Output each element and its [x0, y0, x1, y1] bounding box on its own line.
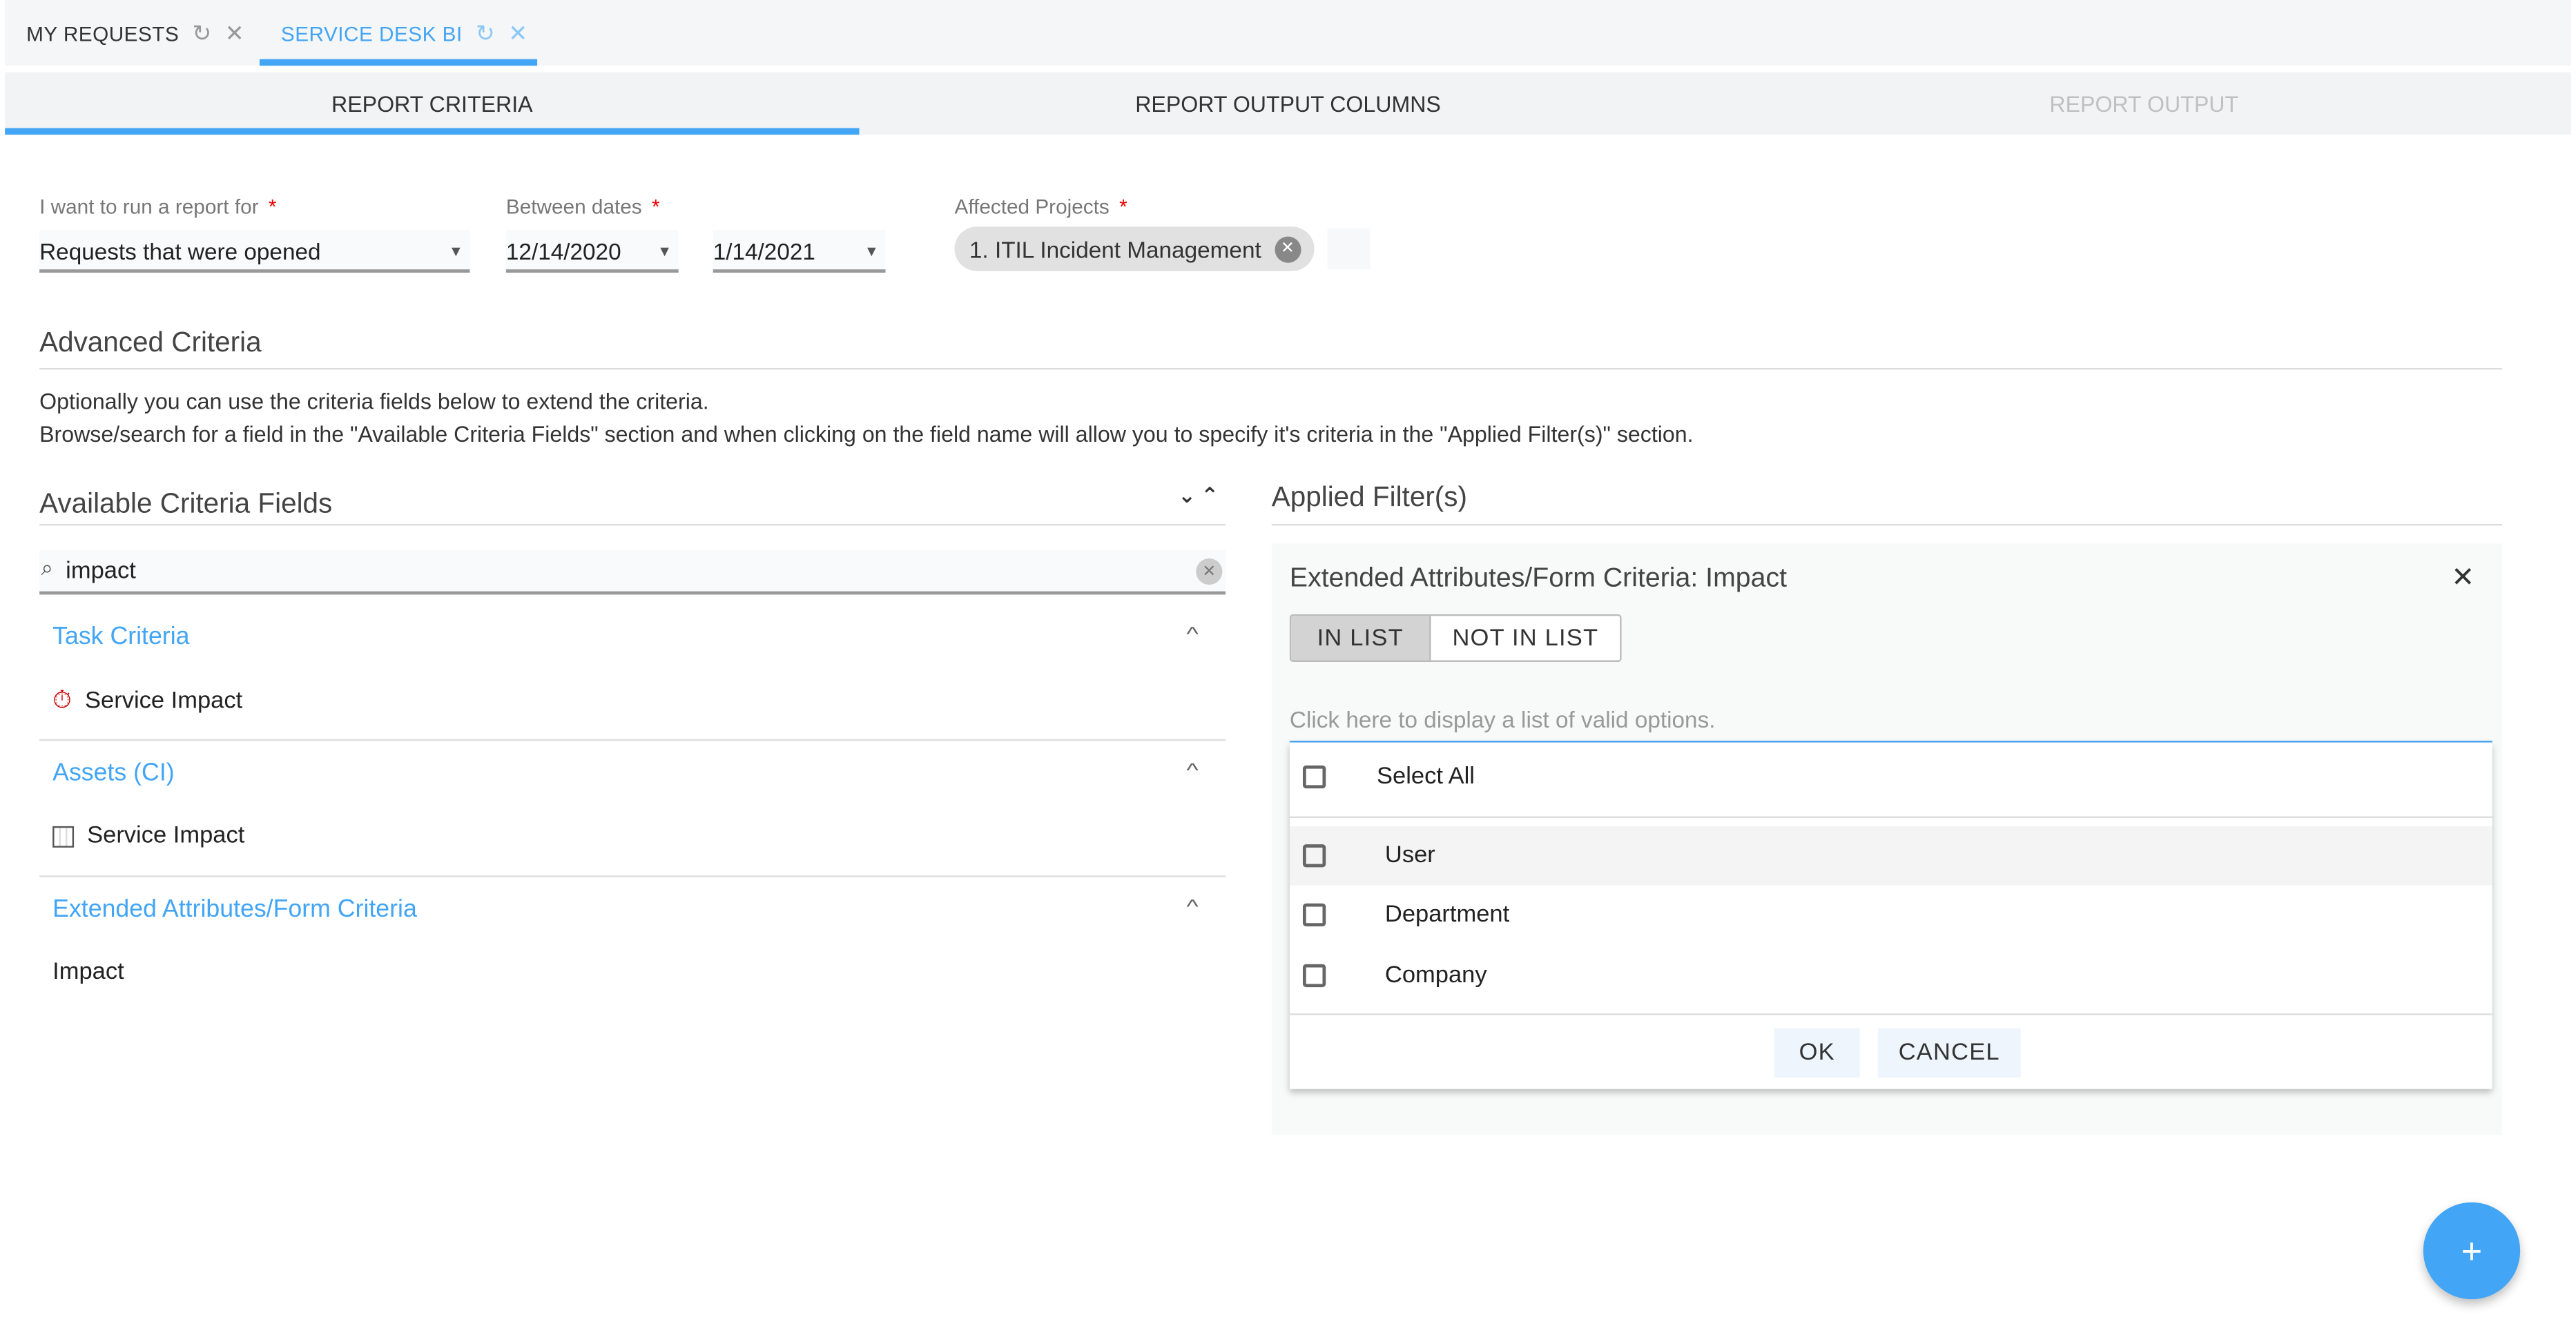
- tab-service-desk-bi[interactable]: SERVICE DESK BI ↻ ✕: [281, 20, 528, 48]
- field-item[interactable]: ⏱ Service Impact: [52, 687, 242, 714]
- top-tab-bar: MY REQUESTS ↻ ✕ SERVICE DESK BI ↻ ✕: [5, 0, 2571, 66]
- date-from-picker[interactable]: 12/14/2020 ▼: [505, 230, 679, 273]
- checkbox[interactable]: [1302, 765, 1326, 789]
- collapse-all-icon[interactable]: ⌃: [1201, 483, 1219, 508]
- divider: [1289, 1013, 2492, 1015]
- chevron-up-icon[interactable]: ^: [1186, 895, 1198, 918]
- valid-options-input[interactable]: Click here to display a list of valid op…: [1289, 706, 2492, 744]
- in-list-button[interactable]: IN LIST: [1291, 616, 1431, 661]
- divider: [1289, 816, 2492, 818]
- chevron-up-icon[interactable]: ^: [1186, 759, 1198, 781]
- criteria-search-input[interactable]: ⌕ impact ✕: [39, 550, 1226, 595]
- close-icon[interactable]: ✕: [508, 20, 527, 48]
- close-filter-icon[interactable]: ✕: [2451, 562, 2475, 595]
- group-extended-attributes[interactable]: Extended Attributes/Form Criteria: [52, 895, 417, 923]
- stopwatch-icon: ⏱: [52, 686, 72, 715]
- active-subtab-indicator: [5, 128, 860, 135]
- divider: [39, 368, 2502, 370]
- field-item[interactable]: Service Impact: [52, 823, 244, 849]
- option-company[interactable]: Company: [1290, 946, 2492, 1006]
- tab-my-requests[interactable]: MY REQUESTS ↻ ✕: [26, 20, 244, 48]
- chevron-up-icon[interactable]: ^: [1186, 623, 1198, 645]
- expand-all-icon[interactable]: ⌄: [1178, 483, 1196, 508]
- select-all-option[interactable]: Select All: [1290, 748, 2492, 807]
- search-icon: ⌕: [41, 555, 53, 580]
- advanced-criteria-title: Advanced Criteria: [39, 327, 262, 358]
- filter-title: Extended Attributes/Form Criteria: Impac…: [1289, 563, 1788, 593]
- checkbox[interactable]: [1302, 844, 1326, 868]
- tab-label: SERVICE DESK BI: [280, 22, 463, 46]
- active-tab-indicator: [259, 59, 538, 66]
- dropdown-caret-icon: ▼: [864, 243, 880, 260]
- dropdown-caret-icon: ▼: [657, 243, 672, 260]
- advanced-description-2: Browse/search for a field in the "Availa…: [39, 422, 1694, 447]
- expand-collapse-all[interactable]: ⌄ ⌃: [1178, 483, 1219, 509]
- option-user[interactable]: User: [1289, 826, 2492, 886]
- divider: [39, 739, 1226, 741]
- available-fields-title: Available Criteria Fields: [39, 487, 333, 519]
- not-in-list-button[interactable]: NOT IN LIST: [1431, 616, 1620, 660]
- divider: [1271, 524, 2502, 526]
- refresh-icon[interactable]: ↻: [476, 20, 495, 48]
- tab-report-output: REPORT OUTPUT: [2049, 91, 2239, 116]
- date-to-picker[interactable]: 1/14/2021 ▼: [713, 230, 886, 273]
- list-mode-toggle: IN LIST NOT IN LIST: [1289, 614, 1622, 662]
- divider: [39, 524, 1226, 526]
- dates-label: Between dates *: [505, 195, 660, 219]
- checkbox[interactable]: [1302, 903, 1326, 927]
- checkbox[interactable]: [1302, 964, 1326, 988]
- cancel-button[interactable]: CANCEL: [1877, 1028, 2021, 1078]
- close-icon[interactable]: ✕: [225, 20, 244, 48]
- option-department[interactable]: Department: [1290, 886, 2492, 945]
- divider: [39, 875, 1226, 877]
- asset-grid-icon: [52, 825, 75, 847]
- ok-button[interactable]: OK: [1774, 1028, 1860, 1078]
- field-item[interactable]: Impact: [52, 960, 124, 986]
- dropdown-caret-icon: ▼: [448, 243, 464, 260]
- advanced-description-1: Optionally you can use the criteria fiel…: [39, 389, 709, 414]
- tab-report-output-columns[interactable]: REPORT OUTPUT COLUMNS: [861, 72, 1715, 135]
- tab-report-criteria[interactable]: REPORT CRITERIA: [5, 72, 859, 135]
- report-for-label: I want to run a report for *: [39, 195, 277, 219]
- group-assets-ci[interactable]: Assets (CI): [52, 759, 175, 786]
- sub-tab-bar: REPORT CRITERIA REPORT OUTPUT COLUMNS RE…: [5, 72, 2571, 135]
- projects-input[interactable]: [1327, 228, 1371, 270]
- projects-label: Affected Projects *: [954, 195, 1127, 219]
- app: MY REQUESTS ↻ ✕ SERVICE DESK BI ↻ ✕ REPO…: [0, 0, 2576, 1343]
- tab-label: MY REQUESTS: [26, 22, 180, 46]
- group-task-criteria[interactable]: Task Criteria: [52, 623, 189, 650]
- search-value: impact: [66, 558, 136, 585]
- report-for-select[interactable]: Requests that were opened ▼: [39, 230, 470, 273]
- refresh-icon[interactable]: ↻: [192, 20, 211, 48]
- clear-search-icon[interactable]: ✕: [1196, 558, 1223, 585]
- applied-filters-title: Applied Filter(s): [1271, 481, 1468, 513]
- project-chip: 1. ITIL Incident Management ✕: [954, 226, 1314, 271]
- add-fab-button[interactable]: +: [2423, 1202, 2521, 1300]
- remove-chip-icon[interactable]: ✕: [1274, 235, 1301, 262]
